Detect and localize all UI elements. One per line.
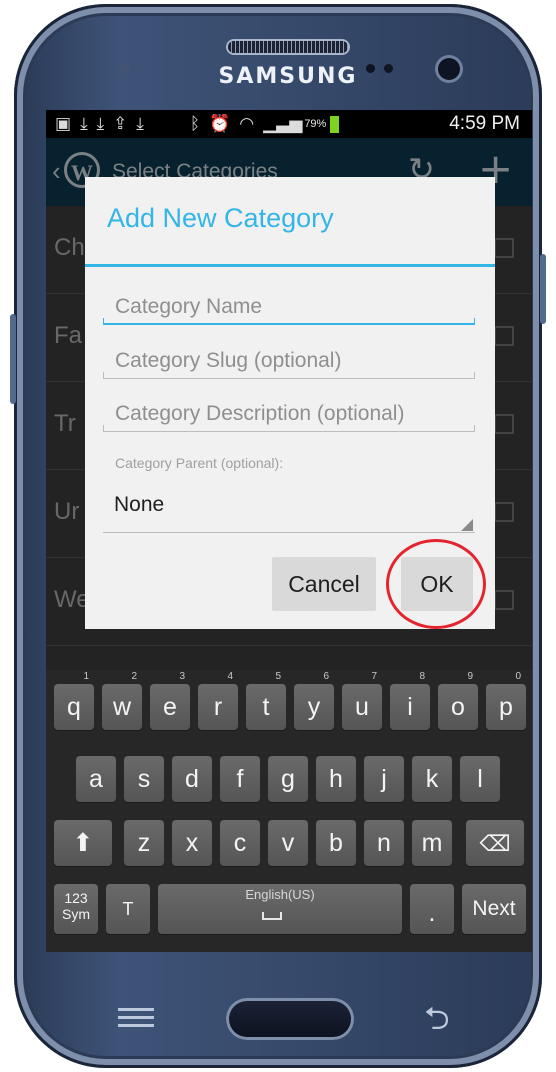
- key-v[interactable]: v: [268, 820, 308, 866]
- key-w[interactable]: 2w: [102, 671, 142, 730]
- key-j[interactable]: j: [364, 756, 404, 802]
- text-tools-key[interactable]: T: [106, 884, 150, 934]
- key-f[interactable]: f: [220, 756, 260, 802]
- dialog-title: Add New Category: [107, 203, 334, 233]
- download-icon: ⤓: [80, 114, 88, 134]
- backspace-key[interactable]: ⌫: [466, 820, 524, 866]
- key-k[interactable]: k: [412, 756, 452, 802]
- key-m[interactable]: m: [412, 820, 452, 866]
- key-u[interactable]: 7u: [342, 671, 382, 730]
- download-icon: ⤓: [136, 114, 144, 134]
- input-underline: [103, 425, 475, 432]
- dialog-title-divider: [85, 264, 495, 267]
- key-h[interactable]: h: [316, 756, 356, 802]
- period-key[interactable]: .: [410, 884, 454, 934]
- key-e[interactable]: 3e: [150, 671, 190, 730]
- category-slug-placeholder: Category Slug (optional): [115, 349, 342, 372]
- clock: 4:59 PM: [449, 113, 520, 134]
- select-underline: [103, 532, 475, 533]
- shift-arrow-icon: ⬆: [72, 828, 94, 857]
- category-description-input[interactable]: Category Description (optional): [103, 396, 475, 432]
- bluetooth-icon: ᛒ: [189, 114, 201, 134]
- key-o[interactable]: 9o: [438, 671, 478, 730]
- key-n[interactable]: n: [364, 820, 404, 866]
- key-g[interactable]: g: [268, 756, 308, 802]
- key-t[interactable]: 5t: [246, 671, 286, 730]
- key-z[interactable]: z: [124, 820, 164, 866]
- key-q[interactable]: 1q: [54, 671, 94, 730]
- space-key[interactable]: English(US): [158, 884, 402, 934]
- category-parent-value: None: [114, 493, 165, 516]
- cancel-button[interactable]: Cancel: [272, 557, 376, 611]
- key-b[interactable]: b: [316, 820, 356, 866]
- alarm-icon: ⏰: [209, 114, 231, 134]
- wifi-icon: ◠: [239, 114, 255, 134]
- key-i[interactable]: 8i: [390, 671, 430, 730]
- signal-icon: ▁▃▅: [263, 114, 303, 134]
- key-d[interactable]: d: [172, 756, 212, 802]
- highlight-circle: [386, 539, 486, 629]
- battery-percent: 79%: [304, 118, 327, 130]
- chat-icon: ▣: [55, 114, 72, 134]
- space-language-label: English(US): [245, 887, 315, 902]
- front-camera: [438, 58, 460, 80]
- backspace-icon: ⌫: [479, 832, 511, 857]
- shift-key[interactable]: ⬆: [54, 820, 112, 866]
- key-a[interactable]: a: [76, 756, 116, 802]
- upload-icon: ⇪: [113, 114, 128, 134]
- screen: ▣ ⤓ ⤓ ⇪ ⤓ ᛒ ⏰ ◠ ▁▃▅ 79% 4:59 PM ‹ W Sele…: [46, 110, 532, 952]
- next-key[interactable]: Next: [462, 884, 526, 934]
- dropdown-triangle-icon: [461, 519, 473, 531]
- key-s[interactable]: s: [124, 756, 164, 802]
- key-l[interactable]: l: [460, 756, 500, 802]
- home-button[interactable]: [226, 998, 354, 1040]
- back-arrow-icon[interactable]: ⮌: [424, 996, 450, 1050]
- soft-keyboard: 1q 2w 3e 4r 5t 6y 7u 8i 9o 0p a s d f g …: [46, 670, 532, 952]
- key-c[interactable]: c: [220, 820, 260, 866]
- category-parent-label: Category Parent (optional):: [115, 455, 284, 471]
- key-x[interactable]: x: [172, 820, 212, 866]
- key-y[interactable]: 6y: [294, 671, 334, 730]
- category-name-input[interactable]: Category Name: [103, 289, 475, 325]
- symbols-key[interactable]: 123 Sym: [54, 884, 98, 934]
- key-p[interactable]: 0p: [486, 671, 526, 730]
- download-icon: ⤓: [96, 114, 105, 134]
- brand-logo: SAMSUNG: [218, 64, 358, 89]
- battery-icon: [330, 115, 340, 133]
- key-r[interactable]: 4r: [198, 671, 238, 730]
- category-slug-input[interactable]: Category Slug (optional): [103, 343, 475, 379]
- add-category-dialog: Add New Category Category Name Category …: [85, 177, 495, 629]
- power-button: [540, 254, 546, 324]
- input-underline: [103, 318, 475, 325]
- earpiece-speaker: [228, 41, 348, 53]
- category-description-placeholder: Category Description (optional): [115, 402, 405, 425]
- status-bar: ▣ ⤓ ⤓ ⇪ ⤓ ᛒ ⏰ ◠ ▁▃▅ 79% 4:59 PM: [46, 110, 532, 138]
- volume-button: [10, 314, 16, 404]
- input-underline: [103, 372, 475, 379]
- proximity-sensor: [120, 64, 130, 74]
- space-bar-icon: [262, 912, 282, 920]
- menu-key-icon[interactable]: [118, 1008, 154, 1030]
- light-sensor: [384, 64, 393, 73]
- category-name-placeholder: Category Name: [115, 295, 263, 318]
- category-parent-select[interactable]: None: [103, 483, 475, 533]
